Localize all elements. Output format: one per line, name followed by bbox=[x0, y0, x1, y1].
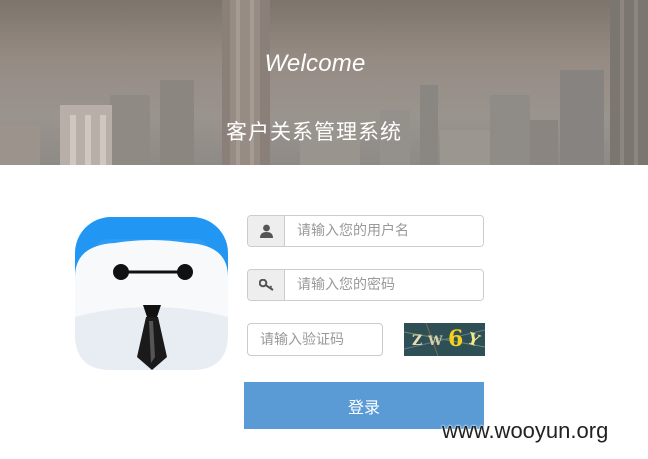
username-input-group bbox=[247, 215, 484, 247]
system-title: 客户关系管理系统 bbox=[226, 120, 402, 144]
captcha-char: Z bbox=[412, 333, 423, 349]
welcome-heading: Welcome bbox=[264, 50, 366, 77]
app-logo bbox=[75, 217, 228, 370]
header-banner: Welcome 客户关系管理系统 bbox=[0, 0, 648, 165]
watermark-text: www.wooyun.org bbox=[442, 418, 609, 443]
captcha-image[interactable]: Z W 6 Y bbox=[404, 323, 485, 356]
key-icon bbox=[248, 270, 285, 300]
user-icon bbox=[248, 216, 285, 246]
username-input[interactable] bbox=[285, 216, 483, 246]
captcha-char: 6 bbox=[448, 326, 464, 352]
captcha-input[interactable] bbox=[247, 323, 383, 356]
password-input[interactable] bbox=[285, 270, 483, 300]
password-input-group bbox=[247, 269, 484, 301]
captcha-char: W bbox=[428, 334, 443, 349]
